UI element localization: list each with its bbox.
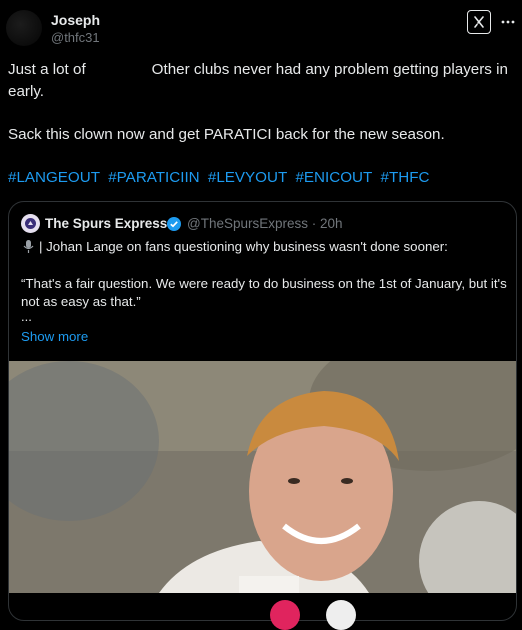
- quoted-avatar[interactable]: [21, 214, 40, 233]
- hashtag-link[interactable]: #PARATICIIN: [108, 169, 199, 186]
- tweet-paragraph-2: Sack this clown now and get PARATICI bac…: [8, 126, 445, 143]
- show-more-link[interactable]: Show more: [21, 329, 88, 344]
- author-handle[interactable]: @thfc31: [51, 30, 100, 45]
- hashtag-link[interactable]: #THFC: [381, 169, 430, 186]
- quoted-ellipsis: ...: [21, 309, 32, 324]
- microphone-icon: [23, 240, 34, 253]
- tweet-text-end: Other clubs never had any problem gettin…: [151, 61, 492, 78]
- quoted-timestamp[interactable]: 20h: [320, 216, 343, 231]
- tweet-text-start: Just a lot of: [8, 61, 86, 78]
- quoted-tweet[interactable]: The Spurs Express @TheSpursExpress · 20h…: [8, 201, 517, 621]
- hashtag-link[interactable]: #LANGEOUT: [8, 169, 100, 186]
- grok-icon: [474, 16, 484, 28]
- hashtag-list: #LANGEOUT #PARATICIIN #LEVYOUT #ENICOUT …: [8, 167, 433, 189]
- more-options-button[interactable]: [498, 12, 518, 32]
- author-name[interactable]: Joseph: [51, 12, 100, 28]
- spurs-logo-icon: [25, 218, 36, 229]
- quoted-handle[interactable]: @TheSpursExpress: [187, 216, 308, 231]
- author-avatar[interactable]: [6, 10, 42, 46]
- quoted-first-line: | Johan Lange on fans questioning why bu…: [21, 239, 448, 254]
- quoted-body: “That's a fair question. We were ready t…: [21, 276, 507, 309]
- meta-separator: ·: [311, 216, 321, 231]
- quoted-meta: @TheSpursExpress · 20h: [187, 216, 343, 231]
- hashtag-link[interactable]: #ENICOUT: [295, 169, 372, 186]
- action-button-white[interactable]: [326, 600, 356, 630]
- grok-button[interactable]: [467, 10, 491, 34]
- verified-badge-icon: [167, 217, 181, 231]
- more-icon: [501, 20, 515, 24]
- quoted-photo[interactable]: [9, 361, 516, 593]
- hashtag-link[interactable]: #LEVYOUT: [208, 169, 287, 186]
- photo-illustration: [9, 361, 516, 593]
- tweet-text: Just a lot of Other clubs never had any p…: [8, 59, 516, 146]
- quoted-intro-text: | Johan Lange on fans questioning why bu…: [39, 239, 448, 254]
- action-button-red[interactable]: [270, 600, 300, 630]
- tweet-paragraph-1: Just a lot of Other clubs never had any p…: [8, 59, 516, 103]
- quoted-author-name[interactable]: The Spurs Express: [45, 216, 167, 231]
